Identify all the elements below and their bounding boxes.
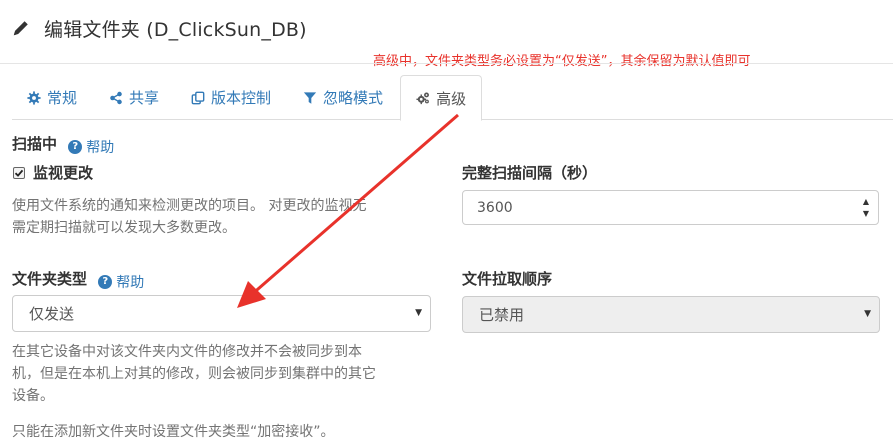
scanning-help-link[interactable]: ? 帮助	[68, 137, 114, 157]
folder-type-help-link[interactable]: ? 帮助	[98, 272, 144, 292]
tab-general-label: 常规	[47, 89, 78, 107]
pencil-icon	[13, 21, 28, 36]
folder-type-selected: 仅发送	[29, 305, 75, 323]
scanning-section-title: 扫描中 ? 帮助	[12, 133, 114, 157]
pull-order-selected: 已禁用	[479, 306, 525, 324]
question-circle-icon: ?	[98, 274, 113, 289]
folder-type-help-line: 在其它设备中对该文件夹内文件的修改并不会被同步到本	[12, 344, 362, 360]
tab-versioning-label: 版本控制	[211, 89, 272, 107]
dropdown-caret-icon: ▼	[864, 309, 871, 319]
scanning-help-label: 帮助	[86, 139, 115, 156]
tab-ignore-patterns[interactable]: 忽略模式	[288, 75, 398, 120]
rescan-interval-label: 完整扫描间隔（秒）	[462, 164, 598, 182]
folder-type-label-text: 文件夹类型	[12, 270, 88, 288]
tab-sharing-label: 共享	[129, 89, 160, 107]
header-divider	[0, 63, 893, 64]
modal-title: 编辑文件夹 (D_ClickSun_DB)	[44, 18, 307, 41]
dropdown-caret-icon: ▼	[415, 308, 422, 318]
cogs-icon	[416, 92, 430, 105]
pull-order-label: 文件拉取顺序	[462, 270, 553, 288]
folder-type-note: 只能在添加新文件夹时设置文件夹类型“加密接收”。	[12, 424, 335, 439]
folder-type-help-line: 机，但是在本机上对其的修改，则会被同步到集群中的其它	[12, 366, 376, 382]
gear-icon	[27, 90, 41, 105]
copy-icon	[191, 91, 205, 104]
tab-bar: 常规 共享 版本控制 忽略模式 高级	[12, 75, 893, 121]
watch-changes-checkbox[interactable]	[13, 166, 25, 179]
watch-changes-help: 使用文件系统的通知来检测更改的项目。 对更改的监视无 需定期扫描就可以发现大多数…	[12, 195, 366, 239]
tab-advanced[interactable]: 高级	[400, 75, 483, 121]
watch-help-line: 需定期扫描就可以发现大多数更改。	[12, 220, 236, 236]
folder-type-help: 在其它设备中对该文件夹内文件的修改并不会被同步到本 机，但是在本机上对其的修改，…	[12, 341, 376, 407]
folder-type-label: 文件夹类型 ? 帮助	[12, 268, 144, 292]
tab-sharing[interactable]: 共享	[94, 75, 174, 120]
tab-advanced-label: 高级	[436, 89, 467, 108]
tab-general[interactable]: 常规	[12, 75, 92, 120]
watch-help-line: 使用文件系统的通知来检测更改的项目。 对更改的监视无	[12, 198, 367, 214]
modal-header: 编辑文件夹 (D_ClickSun_DB)	[12, 12, 307, 44]
check-icon	[14, 169, 24, 177]
watch-changes-row: 监视更改	[13, 162, 93, 183]
spin-up-icon[interactable]: ▲	[860, 196, 872, 208]
tab-versioning[interactable]: 版本控制	[176, 75, 286, 120]
share-icon	[110, 91, 122, 104]
pull-order-select[interactable]: 已禁用 ▼	[462, 296, 880, 333]
filter-icon	[303, 91, 317, 104]
spin-down-icon[interactable]: ▼	[860, 208, 872, 220]
annotation-text: 高级中，文件夹类型务必设置为“仅发送”，其余保留为默认值即可	[373, 54, 751, 69]
question-circle-icon: ?	[68, 139, 83, 154]
folder-type-help-line: 设备。	[12, 388, 54, 404]
watch-changes-label: 监视更改	[33, 164, 94, 182]
folder-type-select[interactable]: 仅发送 ▼	[12, 295, 431, 332]
tab-ignore-patterns-label: 忽略模式	[323, 89, 384, 107]
number-spinner[interactable]: ▲ ▼	[860, 196, 872, 220]
scanning-title-text: 扫描中	[12, 135, 58, 153]
rescan-interval-input[interactable]: 3600 ▲ ▼	[462, 190, 879, 225]
rescan-interval-value: 3600	[477, 199, 513, 216]
folder-type-help-label: 帮助	[116, 274, 145, 291]
